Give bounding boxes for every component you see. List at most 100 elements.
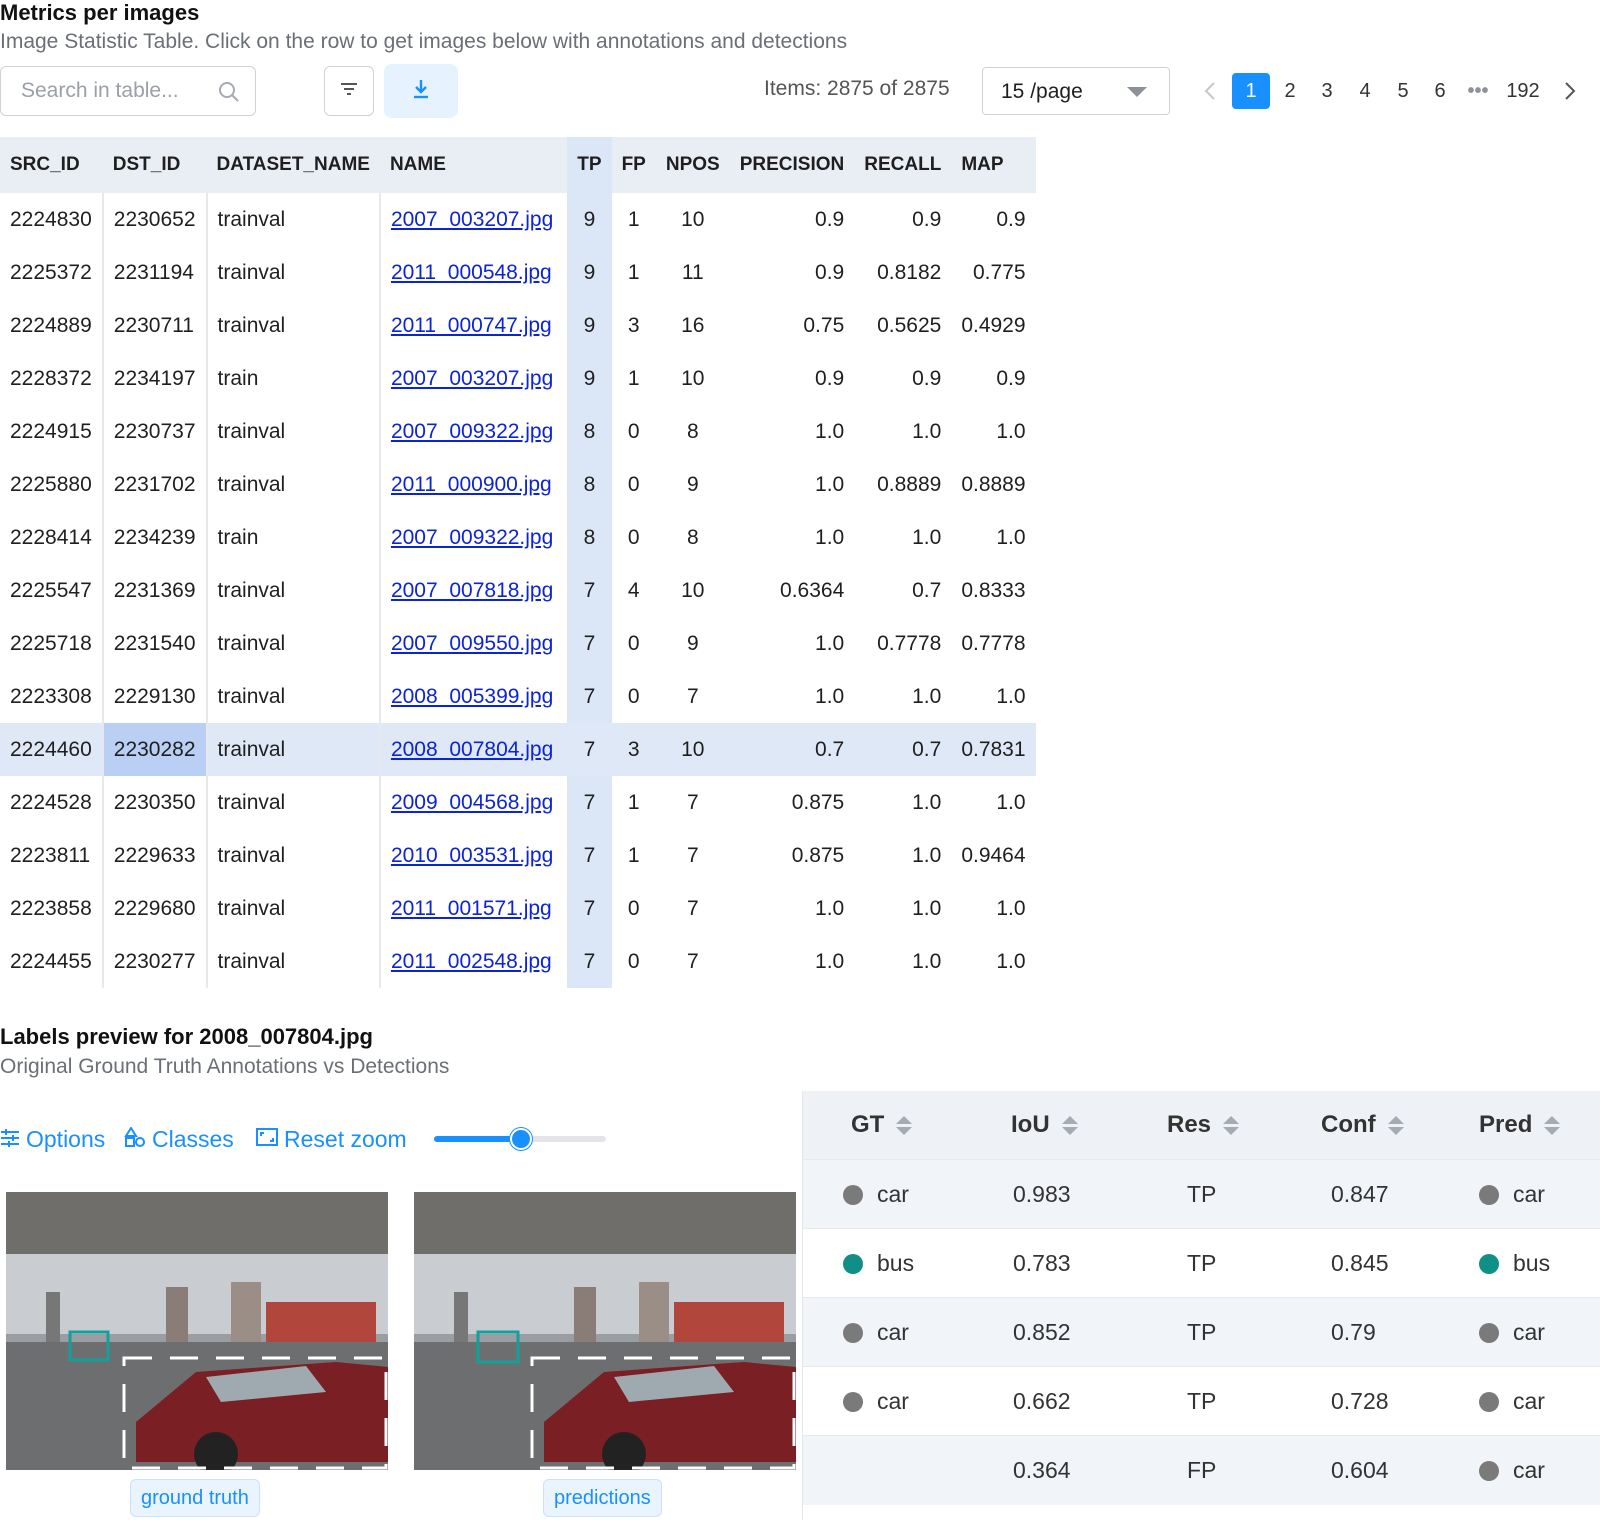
cell-map[interactable]: 1.0 (951, 670, 1035, 723)
cell-precision[interactable]: 1.0 (730, 511, 855, 564)
cell-dataset-name[interactable]: trainval (206, 405, 381, 458)
cell-tp[interactable]: 9 (567, 246, 612, 299)
image-link[interactable]: 2011_001571.jpg (391, 897, 552, 920)
col-src-id[interactable]: SRC_ID (0, 137, 103, 193)
cell-dataset-name[interactable]: train (206, 352, 381, 405)
image-link[interactable]: 2007_007818.jpg (391, 579, 553, 602)
cell-fp[interactable]: 1 (612, 776, 656, 829)
cell-fp[interactable]: 0 (612, 458, 656, 511)
table-row[interactable]: 2224528 2230350 trainval 2009_004568.jpg 7 1 7… (0, 776, 1036, 829)
cell-map[interactable]: 0.9464 (951, 829, 1035, 882)
cell-map[interactable]: 0.4929 (951, 299, 1035, 352)
cell-precision[interactable]: 1.0 (730, 670, 855, 723)
table-row[interactable]: 2224455 2230277 trainval 2011_002548.jpg 7 0 7… (0, 935, 1036, 988)
image-link[interactable]: 2007_003207.jpg (391, 208, 553, 231)
cell-tp[interactable]: 7 (567, 723, 612, 776)
match-row[interactable]: bus 0.783 TP 0.845 bus (803, 1228, 1600, 1298)
cell-dst-id[interactable]: 2230711 (102, 299, 208, 352)
cell-map[interactable]: 1.0 (951, 776, 1035, 829)
cell-fp[interactable]: 1 (612, 193, 656, 246)
col-recall[interactable]: RECALL (854, 137, 952, 193)
cell-dst-id[interactable]: 2231194 (102, 246, 208, 299)
cell-dst-id[interactable]: 2230277 (102, 935, 208, 988)
cell-precision[interactable]: 1.0 (730, 405, 855, 458)
table-row[interactable]: 2223811 2229633 trainval 2010_003531.jpg 7 1 7… (0, 829, 1036, 882)
match-row[interactable]: 0.364 FP 0.604 car (803, 1435, 1600, 1505)
cell-npos[interactable]: 9 (656, 617, 730, 670)
download-button[interactable] (384, 64, 458, 118)
cell-recall[interactable]: 0.8182 (854, 246, 951, 299)
cell-fp[interactable]: 0 (612, 617, 656, 670)
cell-recall[interactable]: 1.0 (854, 405, 951, 458)
cell-map[interactable]: 1.0 (951, 511, 1035, 564)
cell-recall[interactable]: 1.0 (854, 829, 951, 882)
reset-zoom-button[interactable]: Reset zoom (256, 1126, 407, 1153)
cell-npos[interactable]: 10 (656, 564, 730, 617)
ground-truth-image[interactable] (6, 1192, 388, 1470)
table-row[interactable]: 2225880 2231702 trainval 2011_000900.jpg 8 0 9… (0, 458, 1036, 511)
col-dst-id[interactable]: DST_ID (102, 137, 207, 193)
cell-map[interactable]: 0.8889 (951, 458, 1035, 511)
image-link[interactable]: 2007_003207.jpg (391, 367, 553, 390)
cell-precision[interactable]: 0.9 (730, 246, 855, 299)
col-conf[interactable]: Conf (1321, 1091, 1404, 1159)
cell-src-id[interactable]: 2225718 (0, 617, 104, 670)
cell-map[interactable]: 0.9 (951, 352, 1035, 405)
cell-tp[interactable]: 7 (567, 829, 612, 882)
image-link[interactable]: 2007_009550.jpg (391, 632, 553, 655)
cell-tp[interactable]: 9 (567, 352, 612, 405)
cell-fp[interactable]: 1 (612, 246, 656, 299)
cell-precision[interactable]: 0.9 (730, 352, 855, 405)
col-name[interactable]: NAME (379, 137, 568, 193)
cell-dataset-name[interactable]: trainval (206, 935, 381, 988)
cell-dst-id[interactable]: 2229130 (102, 670, 208, 723)
image-link[interactable]: 2011_000747.jpg (391, 314, 552, 337)
cell-dataset-name[interactable]: trainval (206, 617, 381, 670)
cell-dataset-name[interactable]: trainval (206, 458, 381, 511)
page-2[interactable]: 2 (1272, 73, 1308, 109)
cell-recall[interactable]: 0.7778 (854, 617, 951, 670)
cell-recall[interactable]: 0.8889 (854, 458, 951, 511)
cell-fp[interactable]: 3 (612, 299, 656, 352)
cell-src-id[interactable]: 2224455 (0, 935, 104, 988)
cell-map[interactable]: 0.7831 (951, 723, 1036, 776)
cell-tp[interactable]: 7 (567, 882, 612, 935)
cell-npos[interactable]: 7 (656, 935, 730, 988)
cell-src-id[interactable]: 2225372 (0, 246, 104, 299)
cell-npos[interactable]: 11 (656, 246, 730, 299)
col-gt[interactable]: GT (851, 1091, 913, 1159)
cell-dst-id[interactable]: 2231702 (102, 458, 208, 511)
cell-npos[interactable]: 7 (656, 829, 730, 882)
cell-precision[interactable]: 1.0 (730, 935, 855, 988)
cell-fp[interactable]: 0 (612, 511, 656, 564)
col-npos[interactable]: NPOS (655, 137, 730, 193)
col-pred[interactable]: Pred (1479, 1091, 1561, 1159)
image-link[interactable]: 2008_005399.jpg (391, 685, 553, 708)
cell-dataset-name[interactable]: train (206, 511, 381, 564)
pagination-ellipsis[interactable]: ••• (1460, 73, 1496, 109)
cell-precision[interactable]: 1.0 (730, 882, 855, 935)
table-row[interactable]: 2224915 2230737 trainval 2007_009322.jpg 8 0 8… (0, 405, 1036, 458)
classes-button[interactable]: Classes (124, 1126, 234, 1153)
cell-fp[interactable]: 0 (612, 882, 656, 935)
cell-npos[interactable]: 7 (656, 882, 730, 935)
image-link[interactable]: 2009_004568.jpg (391, 791, 553, 814)
cell-recall[interactable]: 1.0 (854, 511, 951, 564)
cell-npos[interactable]: 8 (656, 511, 730, 564)
predictions-image[interactable] (414, 1192, 796, 1470)
col-iou[interactable]: IoU (1011, 1091, 1078, 1159)
cell-recall[interactable]: 1.0 (854, 882, 951, 935)
cell-src-id[interactable]: 2228414 (0, 511, 104, 564)
table-row[interactable]: 2223858 2229680 trainval 2011_001571.jpg 7 0 7… (0, 882, 1036, 935)
cell-precision[interactable]: 0.7 (729, 723, 855, 776)
cell-precision[interactable]: 0.6364 (730, 564, 855, 617)
cell-dst-id[interactable]: 2231369 (102, 564, 208, 617)
filter-button[interactable] (324, 66, 374, 116)
cell-precision[interactable]: 1.0 (730, 617, 855, 670)
cell-npos[interactable]: 16 (656, 299, 730, 352)
page-size-select[interactable]: 15 /page (982, 67, 1170, 115)
cell-fp[interactable]: 0 (612, 935, 656, 988)
image-link[interactable]: 2011_000900.jpg (391, 473, 552, 496)
cell-fp[interactable]: 0 (612, 405, 656, 458)
cell-npos[interactable]: 10 (656, 352, 730, 405)
